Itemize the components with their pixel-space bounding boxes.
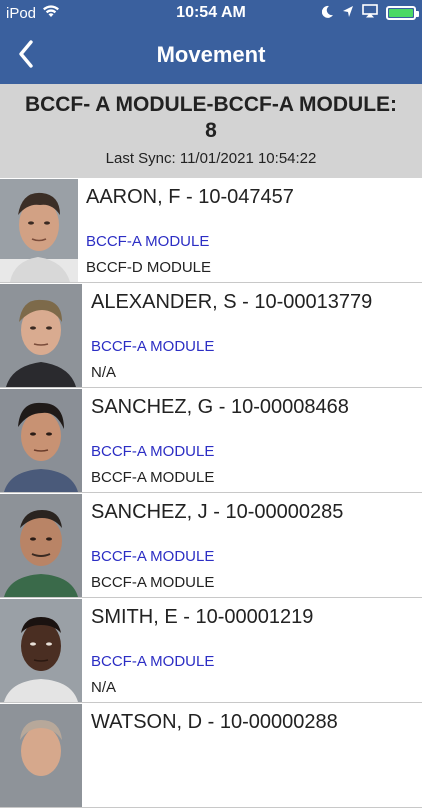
inmate-name: AARON, F - 10-047457 <box>86 186 294 208</box>
list-item[interactable]: WATSON, D - 10-00000288 <box>0 703 422 808</box>
inmate-name: SANCHEZ, G - 10-00008468 <box>91 396 349 418</box>
location-icon <box>342 5 354 22</box>
current-location: BCCF-A MODULE <box>91 338 215 355</box>
list-item[interactable]: AARON, F - 10-047457 BCCF-A MODULE BCCF-… <box>0 178 422 283</box>
airplay-icon <box>362 4 378 22</box>
page-title: Movement <box>156 42 266 67</box>
moon-icon <box>321 5 334 22</box>
module-title: BCCF- A MODULE-BCCF-A MODULE: 8 <box>24 93 398 142</box>
inmate-photo <box>0 284 82 387</box>
current-location: BCCF-A MODULE <box>91 548 215 565</box>
current-location: BCCF-A MODULE <box>91 653 215 670</box>
status-right <box>321 4 419 22</box>
inmate-photo <box>0 494 82 597</box>
destination-location: BCCF-A MODULE <box>91 469 215 486</box>
inmate-name: ALEXANDER, S - 10-00013779 <box>91 291 373 313</box>
destination-location: N/A <box>91 364 117 381</box>
list-item[interactable]: SANCHEZ, G - 10-00008468 BCCF-A MODULE B… <box>0 388 422 493</box>
inmate-photo <box>0 599 82 702</box>
battery-fill <box>389 9 413 17</box>
inmate-photo <box>0 179 78 282</box>
destination-location: BCCF-D MODULE <box>86 259 212 276</box>
module-header: BCCF- A MODULE-BCCF-A MODULE: 8 Last Syn… <box>0 84 422 178</box>
inmate-photo <box>0 389 82 492</box>
battery-icon <box>386 6 419 20</box>
current-location: BCCF-A MODULE <box>86 233 210 250</box>
current-location: BCCF-A MODULE <box>91 443 215 460</box>
nav-bar: Movement <box>0 28 422 84</box>
destination-location: BCCF-A MODULE <box>91 574 215 591</box>
status-bar: iPod 10:54 AM <box>0 0 422 28</box>
inmate-name: SMITH, E - 10-00001219 <box>91 606 314 628</box>
list-item[interactable]: SANCHEZ, J - 10-00000285 BCCF-A MODULE B… <box>0 493 422 598</box>
last-sync-label: Last Sync: 11/01/2021 10:54:22 <box>105 150 317 167</box>
inmate-photo <box>0 704 82 807</box>
list-item[interactable]: SMITH, E - 10-00001219 BCCF-A MODULE N/A <box>0 598 422 703</box>
list-item[interactable]: ALEXANDER, S - 10-00013779 BCCF-A MODULE… <box>0 283 422 388</box>
destination-location: N/A <box>91 679 117 696</box>
inmate-name: SANCHEZ, J - 10-00000285 <box>91 501 344 523</box>
inmate-name: WATSON, D - 10-00000288 <box>91 711 338 733</box>
inmate-list: AARON, F - 10-047457 BCCF-A MODULE BCCF-… <box>0 178 422 808</box>
